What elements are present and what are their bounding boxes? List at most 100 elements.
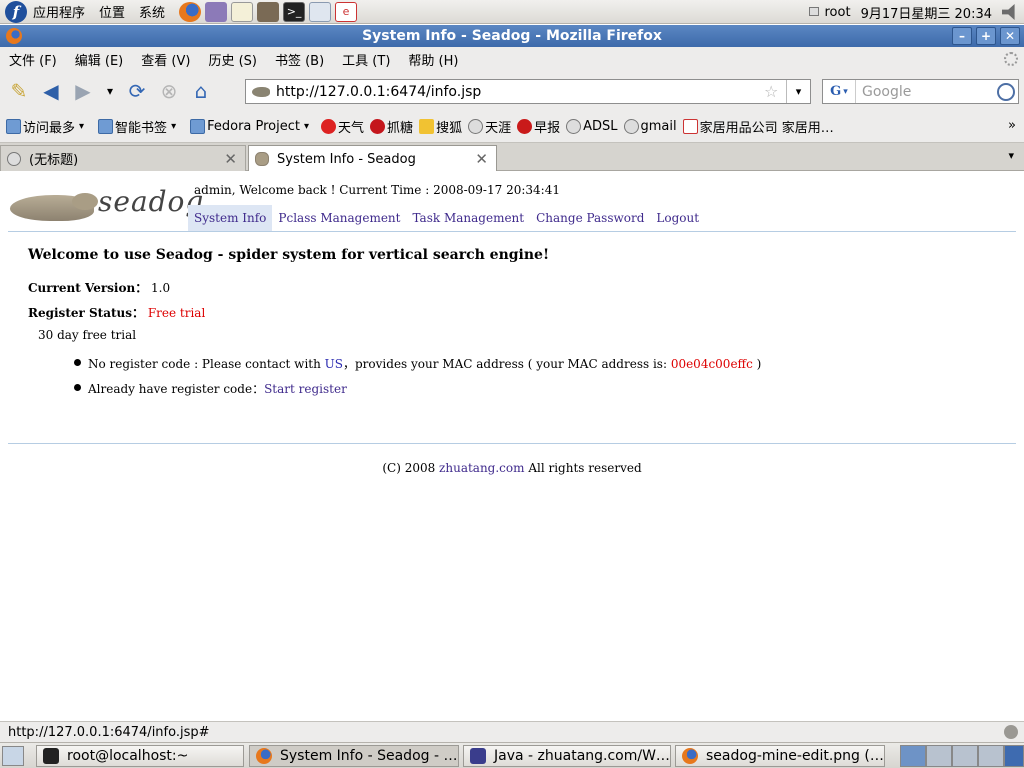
search-icon[interactable]	[997, 82, 1015, 101]
bug-icon[interactable]	[1004, 725, 1018, 739]
page-content: seadog admin, Welcome back ! Current Tim…	[0, 171, 1024, 721]
bookmark-label: 抓糖	[387, 121, 414, 136]
trash-icon[interactable]	[1004, 745, 1024, 767]
firefox-window-icon[interactable]	[6, 28, 22, 44]
search-engine-letter: G	[830, 84, 842, 99]
rdesktop-icon[interactable]	[309, 1, 332, 22]
new-bookmark-icon[interactable]: ✎	[6, 78, 32, 104]
bookmark-label: 天气	[338, 121, 365, 136]
folder-icon	[6, 119, 21, 134]
seal-head	[72, 193, 98, 210]
fedora-logo-icon[interactable]: f	[5, 0, 27, 23]
nav-change-password[interactable]: Change Password	[530, 211, 650, 225]
tab-list-dropdown-icon[interactable]: ▾	[1008, 149, 1014, 162]
firefox-icon[interactable]	[179, 1, 202, 22]
task-terminal[interactable]: root@localhost:~	[36, 745, 244, 767]
history-dropdown-icon[interactable]: ▾	[102, 78, 118, 104]
bookmark-most-visited[interactable]: 访问最多 ▾	[6, 117, 84, 136]
zhuatang-icon	[370, 119, 386, 134]
minimize-button[interactable]: –	[952, 27, 972, 45]
nav-pclass-management[interactable]: Pclass Management	[272, 211, 406, 225]
pidgin-icon[interactable]	[205, 1, 228, 22]
site-favicon-icon	[252, 86, 270, 97]
close-tab-icon[interactable]: ✕	[224, 150, 237, 168]
bookmark-sohu[interactable]: 搜狐	[419, 117, 462, 136]
task-eclipse[interactable]: Java - zhuatang.com/W…	[463, 745, 671, 767]
back-icon[interactable]: ◀	[38, 78, 64, 104]
bookmark-label: ADSL	[583, 119, 618, 134]
workspace-4[interactable]	[978, 745, 1004, 767]
top-divider	[8, 231, 1016, 232]
system-menu[interactable]: 系统	[139, 2, 165, 21]
window-controls: – + ✕	[952, 27, 1020, 45]
reload-icon[interactable]: ⟳	[124, 78, 150, 104]
bookmark-adsl[interactable]: ADSL	[566, 119, 618, 134]
clock[interactable]: 9月17日星期三 20:34	[861, 3, 992, 22]
menu-file[interactable]: 文件 (F)	[0, 50, 66, 69]
terminal-icon[interactable]: >_	[283, 1, 306, 22]
bookmark-home-goods[interactable]: 家居用品公司 家居用…	[682, 117, 834, 136]
close-tab-icon[interactable]: ✕	[475, 150, 488, 168]
search-input[interactable]: Google	[856, 84, 997, 100]
menu-edit[interactable]: 编辑 (E)	[66, 50, 133, 69]
bookmark-weather[interactable]: 天气	[321, 117, 364, 136]
list-item: Already have register code：Start registe…	[74, 380, 347, 397]
show-desktop-icon[interactable]	[2, 745, 24, 766]
window-titlebar[interactable]: System Info - Seadog - Mozilla Firefox –…	[0, 25, 1024, 47]
menu-bookmarks[interactable]: 书签 (B)	[266, 50, 333, 69]
bookmark-fedora[interactable]: Fedora Project ▾	[190, 119, 309, 134]
gmail-icon	[623, 119, 639, 134]
task-label: System Info - Seadog - …	[280, 748, 458, 764]
home-icon[interactable]: ⌂	[188, 78, 214, 104]
e-icon[interactable]: e	[335, 1, 358, 22]
gimp-icon[interactable]	[257, 1, 280, 22]
close-window-button[interactable]: ✕	[1000, 27, 1020, 45]
version-value: 1.0	[151, 281, 171, 295]
start-register-link[interactable]: Start register	[264, 382, 347, 396]
bookmark-tianya[interactable]: 天涯	[468, 117, 511, 136]
tab-untitled[interactable]: (无标题) ✕	[0, 145, 246, 171]
chevron-down-icon: ▾	[304, 121, 310, 132]
bookmarks-overflow-icon[interactable]: »	[1008, 118, 1016, 133]
bookmark-star-icon[interactable]: ☆	[764, 82, 786, 101]
nav-logout[interactable]: Logout	[650, 211, 705, 225]
menu-help[interactable]: 帮助 (H)	[399, 50, 467, 69]
bookmark-zaobao[interactable]: 早报	[517, 117, 560, 136]
bookmark-label: 搜狐	[436, 121, 463, 136]
status-bar: http://127.0.0.1:6474/info.jsp#	[0, 721, 1024, 742]
user-indicator[interactable]: root	[808, 5, 851, 20]
applications-menu[interactable]: 应用程序	[33, 2, 85, 21]
text-editor-icon[interactable]	[231, 1, 254, 22]
terminal-icon	[43, 748, 59, 764]
bookmark-zhuatang[interactable]: 抓糖	[370, 117, 413, 136]
url-dropdown-icon[interactable]: ▾	[786, 80, 810, 103]
url-bar[interactable]: http://127.0.0.1:6474/info.jsp ☆ ▾	[245, 79, 811, 104]
search-engine-icon[interactable]: G ▾	[823, 80, 856, 103]
workspace-2[interactable]	[926, 745, 952, 767]
footer-site-link[interactable]: zhuatang.com	[439, 461, 524, 475]
workspace-3[interactable]	[952, 745, 978, 767]
workspace-switcher	[900, 745, 1024, 767]
nav-task-management[interactable]: Task Management	[406, 211, 530, 225]
menu-tools[interactable]: 工具 (T)	[333, 50, 399, 69]
bookmark-smart[interactable]: 智能书签 ▾	[98, 117, 176, 136]
workspace-1[interactable]	[900, 745, 926, 767]
bookmark-gmail[interactable]: gmail	[623, 119, 677, 134]
nav-system-info[interactable]: System Info	[188, 205, 273, 231]
firefox-icon	[682, 748, 698, 764]
maximize-button[interactable]: +	[976, 27, 996, 45]
stop-icon[interactable]: ⊗	[156, 78, 182, 104]
task-firefox-seadog[interactable]: System Info - Seadog - …	[249, 745, 459, 767]
menu-history[interactable]: 历史 (S)	[199, 50, 266, 69]
url-text[interactable]: http://127.0.0.1:6474/info.jsp	[276, 84, 764, 100]
tab-strip: (无标题) ✕ System Info - Seadog ✕ ▾	[0, 143, 1024, 172]
task-firefox-image[interactable]: seadog-mine-edit.png (…	[675, 745, 885, 767]
places-menu[interactable]: 位置	[99, 2, 125, 21]
tab-label: (无标题)	[29, 153, 79, 168]
forward-icon[interactable]: ▶	[70, 78, 96, 104]
menu-view[interactable]: 查看 (V)	[132, 50, 199, 69]
contact-us-link[interactable]: US	[325, 357, 343, 371]
tab-system-info[interactable]: System Info - Seadog ✕	[248, 145, 497, 172]
search-box[interactable]: G ▾ Google	[822, 79, 1019, 104]
volume-icon[interactable]	[1002, 4, 1015, 20]
